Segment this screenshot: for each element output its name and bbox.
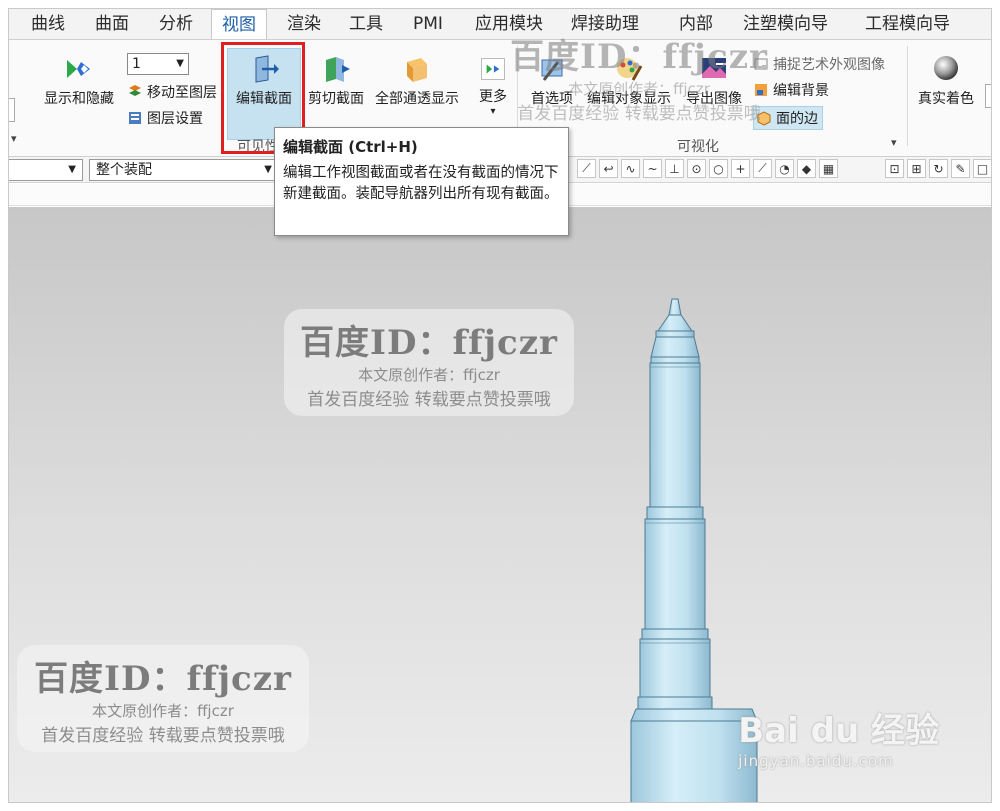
diamond-snap-icon[interactable]: ◆: [797, 159, 816, 178]
menu-bar: 曲线 曲面 分析 视图 渲染 工具 PMI 应用模块 焊接助理 内部 注塑模向导…: [9, 9, 991, 40]
work-layer-select[interactable]: 1 ▼: [127, 53, 189, 75]
chevron-down-icon: ▼: [176, 58, 184, 69]
edit-section-icon: [255, 55, 279, 83]
menu-tools[interactable]: 工具: [339, 9, 393, 39]
group-label-visualization: 可视化: [677, 139, 719, 155]
watermark-top: 百度ID：ffjczr 本文原创作者：ffjczr 首发百度经验 转载要点赞投票…: [510, 37, 768, 124]
zoom-region-icon[interactable]: ⊡: [885, 159, 904, 178]
chevron-down-icon: ▼: [68, 164, 76, 175]
spline-snap-icon[interactable]: ∿: [621, 159, 640, 178]
snap-point-icons: ⟋ ↩ ∿ ~ ⊥ ⊙ ○ + ⟋ ◔ ◆ ▦: [577, 159, 838, 178]
full-transparent-button[interactable]: 全部通透显示: [369, 54, 465, 108]
plus-snap-icon[interactable]: +: [731, 159, 750, 178]
view-tool-icons: ⊡ ⊞ ↻ ✎ □: [885, 159, 991, 178]
pan-view-icon[interactable]: ✎: [951, 159, 970, 178]
menu-curve[interactable]: 曲线: [21, 9, 75, 39]
ribbon-left-caret[interactable]: ▾: [11, 132, 17, 145]
grid-snap-icon[interactable]: ▦: [819, 159, 838, 178]
group-separator-2: [907, 46, 908, 146]
face-snap-icon[interactable]: ◔: [775, 159, 794, 178]
move-layer-icon: [129, 85, 141, 96]
center-snap-icon[interactable]: ⊙: [687, 159, 706, 178]
menu-analysis[interactable]: 分析: [149, 9, 203, 39]
menu-render[interactable]: 渲染: [277, 9, 331, 39]
true-shading-button[interactable]: 真实着色: [913, 54, 979, 108]
quadrant-snap-icon[interactable]: ○: [709, 159, 728, 178]
transparent-display-icon: [407, 58, 427, 82]
left-panel-stub: [9, 98, 15, 122]
menu-view[interactable]: 视图: [211, 9, 267, 40]
show-hide-button[interactable]: 显示和隐藏: [37, 54, 121, 108]
menu-pmi[interactable]: PMI: [403, 9, 453, 39]
right-panel-stub: [985, 84, 991, 108]
chevron-down-icon: ▼: [264, 164, 272, 175]
rotate-view-icon[interactable]: ↻: [929, 159, 948, 178]
clip-section-button[interactable]: 剪切截面: [301, 54, 371, 108]
sphere-icon: [934, 56, 958, 80]
type-filter-combo[interactable]: ▼: [9, 159, 83, 181]
wave-snap-icon[interactable]: ~: [643, 159, 662, 178]
intersection-snap-icon[interactable]: ⊥: [665, 159, 684, 178]
show-hide-icon: [67, 60, 90, 78]
baidu-jingyan-logo: Bai du 经验 jingyan.baidu.com: [738, 711, 939, 770]
line-snap-icon[interactable]: ⟋: [577, 159, 596, 178]
clip-section-icon: [326, 57, 350, 82]
assembly-scope-combo[interactable]: 整个装配 ▼: [89, 159, 279, 181]
curve-snap-icon[interactable]: ↩: [599, 159, 618, 178]
app-window: 曲线 曲面 分析 视图 渲染 工具 PMI 应用模块 焊接助理 内部 注塑模向导…: [8, 8, 992, 803]
layer-settings-button[interactable]: 图层设置: [127, 108, 203, 128]
tangent-snap-icon[interactable]: ⟋: [753, 159, 772, 178]
watermark-center: 百度ID：ffjczr 本文原创作者：ffjczr 首发百度经验 转载要点赞投票…: [284, 309, 574, 416]
watermark-bottom-left: 百度ID：ffjczr 本文原创作者：ffjczr 首发百度经验 转载要点赞投票…: [17, 645, 309, 752]
edit-section-tooltip: 编辑截面 (Ctrl+H) 编辑工作视图截面或者在没有截面的情况下新建截面。装配…: [274, 127, 569, 236]
move-to-layer-button[interactable]: 移动至图层: [127, 82, 217, 102]
visualization-group-caret[interactable]: ▾: [891, 136, 897, 149]
layer-settings-icon: [129, 112, 141, 124]
fit-view-icon[interactable]: ⊞: [907, 159, 926, 178]
menu-progressive-die[interactable]: 工程模向导: [855, 9, 960, 39]
menu-surface[interactable]: 曲面: [85, 9, 139, 39]
extra-view-icon[interactable]: □: [973, 159, 991, 178]
group-label-visibility: 可见性: [237, 139, 279, 155]
more-icon: [481, 58, 505, 80]
edit-section-button[interactable]: 编辑截面: [227, 54, 301, 108]
